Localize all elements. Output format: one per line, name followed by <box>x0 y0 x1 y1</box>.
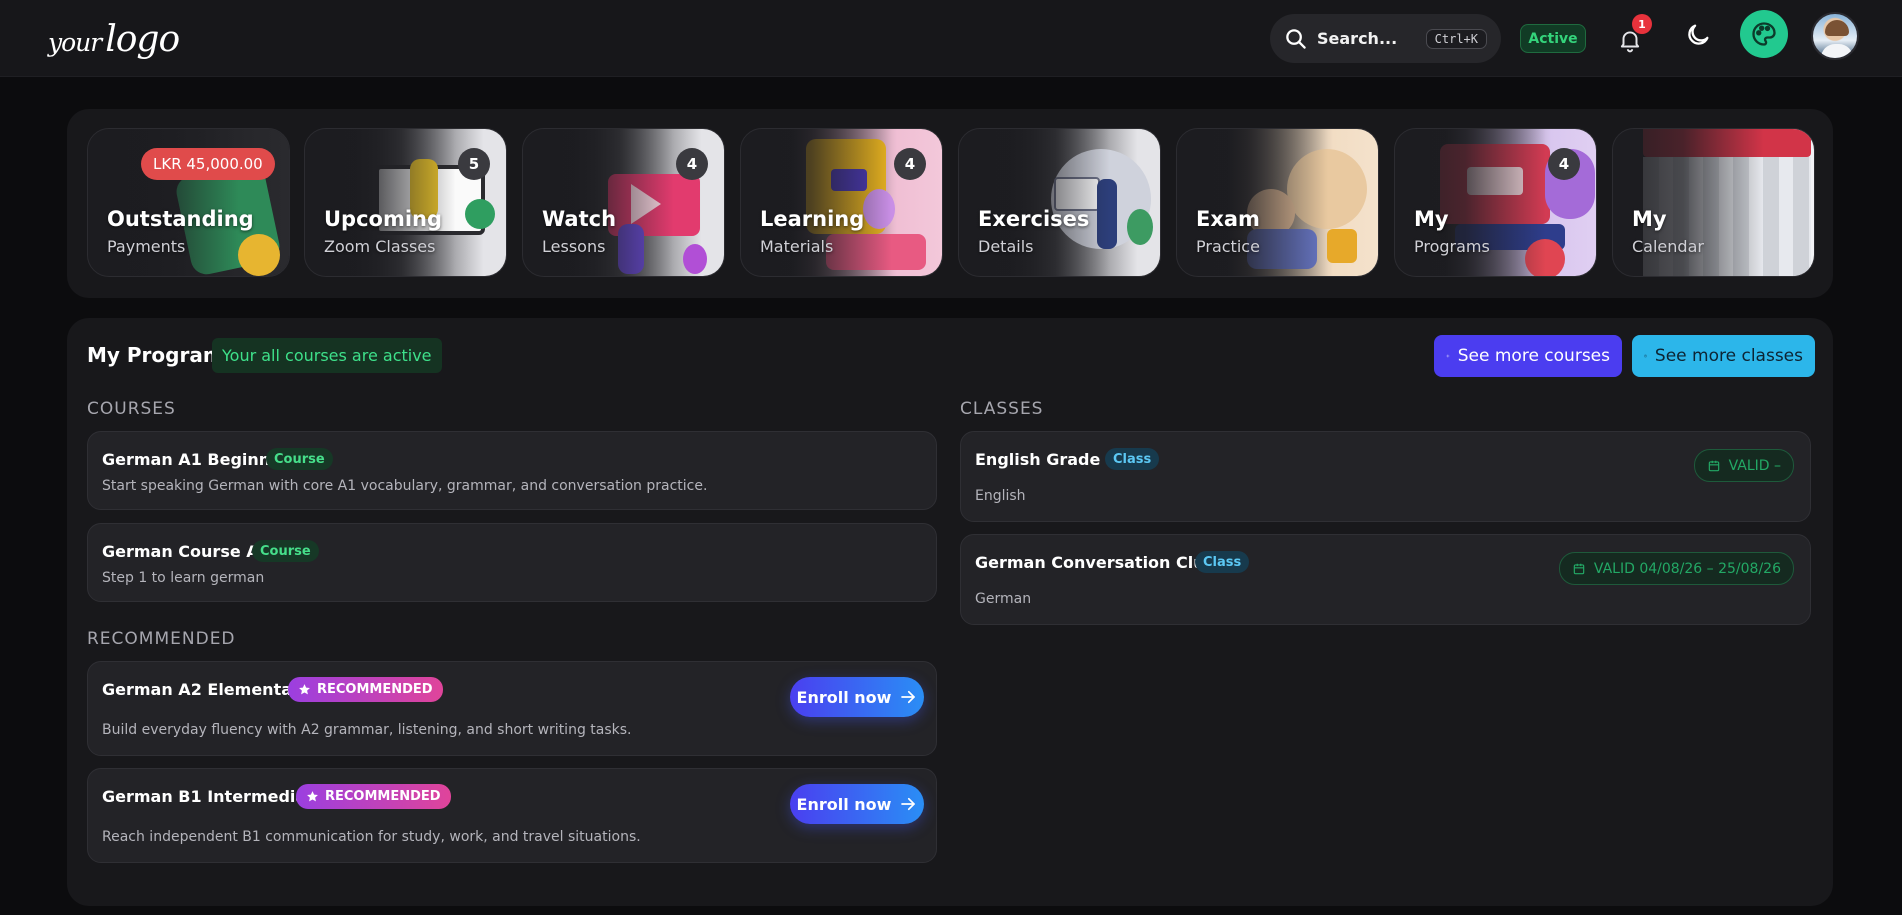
quick-card-subtitle: Programs <box>1414 237 1490 256</box>
plus-icon <box>1446 354 1450 358</box>
arrow-right-icon <box>901 690 916 704</box>
validity-text: VALID – <box>1728 457 1781 474</box>
courses-status-pill: Your all courses are active <box>212 338 442 373</box>
logo-small: your <box>48 28 102 57</box>
quick-card-title: Exercises <box>978 207 1090 231</box>
course-description: Step 1 to learn german <box>102 570 265 586</box>
user-avatar[interactable] <box>1811 12 1859 60</box>
avatar-hair <box>1825 20 1849 36</box>
quick-card-subtitle: Practice <box>1196 237 1260 256</box>
quick-card-exercises-details[interactable]: Exercises Details <box>958 128 1161 277</box>
quick-card-title: My <box>1632 207 1667 231</box>
quick-card-exam-practice[interactable]: Exam Practice <box>1176 128 1379 277</box>
logo-large: logo <box>105 19 180 60</box>
quick-card-title: Exam <box>1196 207 1260 231</box>
course-description: Start speaking German with core A1 vocab… <box>102 478 708 494</box>
quick-card-title: Learning <box>760 207 865 231</box>
palette-icon <box>1752 22 1776 46</box>
search-placeholder: Search... <box>1317 29 1398 48</box>
search-icon <box>1286 29 1306 49</box>
recommended-badge: RECOMMENDED <box>296 784 451 809</box>
enroll-now-button[interactable]: Enroll now <box>790 677 924 717</box>
star-icon <box>299 684 310 695</box>
theme-palette-button[interactable] <box>1740 10 1788 58</box>
theme-toggle-button[interactable] <box>1679 16 1717 54</box>
calendar-icon <box>1573 563 1585 574</box>
quick-card-my-calendar[interactable]: My Calendar <box>1612 128 1815 277</box>
recommended-badge-label: RECOMMENDED <box>325 789 441 804</box>
course-title: German A1 Beginner <box>102 450 289 469</box>
enroll-now-label: Enroll now <box>796 794 892 814</box>
quick-card-subtitle: Materials <box>760 237 834 256</box>
quick-card-upcoming-zoom-classes[interactable]: 5 Upcoming Zoom Classes <box>304 128 507 277</box>
courses-section-label: COURSES <box>87 399 176 419</box>
quick-card-my-programs[interactable]: 4 My Programs <box>1394 128 1597 277</box>
class-badge: Class <box>1195 551 1250 573</box>
count-badge: 4 <box>894 148 926 180</box>
search-shortcut: Ctrl+K <box>1425 28 1487 49</box>
course-title: German Course A1 <box>102 542 270 561</box>
arrow-right-icon <box>901 797 916 811</box>
recommended-course-card[interactable]: German A2 Elementary RECOMMENDED Build e… <box>87 661 937 756</box>
quick-card-subtitle: Details <box>978 237 1034 256</box>
calendar-icon <box>1708 460 1719 471</box>
recommended-course-card[interactable]: German B1 Intermediate RECOMMENDED Reach… <box>87 768 937 863</box>
top-bar: your logo Search... Ctrl+K Active 1 <box>0 0 1902 77</box>
quick-card-watch-lessons[interactable]: 4 Watch Lessons <box>522 128 725 277</box>
validity-text: VALID 04/08/26 – 25/08/26 <box>1593 560 1781 577</box>
logo[interactable]: your logo <box>48 18 180 65</box>
class-badge: Class <box>1105 448 1160 470</box>
book-icon <box>1644 354 1647 358</box>
course-badge: Course <box>252 540 319 562</box>
enroll-now-button[interactable]: Enroll now <box>790 784 924 824</box>
quick-card-learning-materials[interactable]: 4 Learning Materials <box>740 128 943 277</box>
course-description: Reach independent B1 communication for s… <box>102 829 641 845</box>
class-card[interactable]: German Conversation Club Class German VA… <box>960 534 1811 625</box>
recommended-badge: RECOMMENDED <box>288 677 443 702</box>
see-more-courses-label: See more courses <box>1457 346 1610 366</box>
count-badge: 5 <box>458 148 490 180</box>
status-badge: Active <box>1520 24 1586 53</box>
count-badge: 4 <box>676 148 708 180</box>
class-title: German Conversation Club <box>975 553 1217 572</box>
validity-badge: VALID 04/08/26 – 25/08/26 <box>1558 552 1794 585</box>
course-title: German A2 Elementary <box>102 680 311 699</box>
moon-icon <box>1688 24 1709 45</box>
course-card[interactable]: German A1 Beginner Course Start speaking… <box>87 431 937 510</box>
recommended-badge-label: RECOMMENDED <box>317 682 433 697</box>
avatar-body <box>1821 44 1853 58</box>
star-icon <box>307 791 318 802</box>
class-subject: German <box>975 591 1032 607</box>
course-badge: Course <box>266 448 333 470</box>
count-badge: 4 <box>1548 148 1580 180</box>
quick-card-outstanding-payments[interactable]: LKR 45,000.00 Outstanding Payments <box>87 128 290 277</box>
quick-card-subtitle: Lessons <box>542 237 606 256</box>
quick-card-title: Upcoming <box>324 207 443 231</box>
see-more-courses-button[interactable]: See more courses <box>1434 335 1622 377</box>
quick-card-title: My <box>1414 207 1449 231</box>
class-card[interactable]: English Grade 2 Class English VALID – <box>960 431 1811 522</box>
recommended-section-label: RECOMMENDED <box>87 629 236 649</box>
enroll-now-label: Enroll now <box>796 687 892 707</box>
course-description: Build everyday fluency with A2 grammar, … <box>102 722 632 738</box>
notification-count-badge: 1 <box>1632 14 1652 34</box>
outstanding-amount-badge: LKR 45,000.00 <box>141 148 275 180</box>
quick-card-subtitle: Calendar <box>1632 237 1704 256</box>
quick-card-title: Outstanding <box>107 207 254 231</box>
classes-section-label: CLASSES <box>960 399 1044 419</box>
course-card[interactable]: German Course A1 Course Step 1 to learn … <box>87 523 937 602</box>
validity-badge: VALID – <box>1693 449 1794 482</box>
search-bar[interactable]: Search... Ctrl+K <box>1270 14 1501 63</box>
see-more-classes-label: See more classes <box>1654 346 1803 366</box>
class-title: English Grade 2 <box>975 450 1118 469</box>
quick-card-title: Watch <box>542 207 617 231</box>
see-more-classes-button[interactable]: See more classes <box>1632 335 1815 377</box>
course-title: German B1 Intermediate <box>102 787 325 806</box>
quick-card-subtitle: Zoom Classes <box>324 237 436 256</box>
quick-card-subtitle: Payments <box>107 237 186 256</box>
class-subject: English <box>975 488 1026 504</box>
